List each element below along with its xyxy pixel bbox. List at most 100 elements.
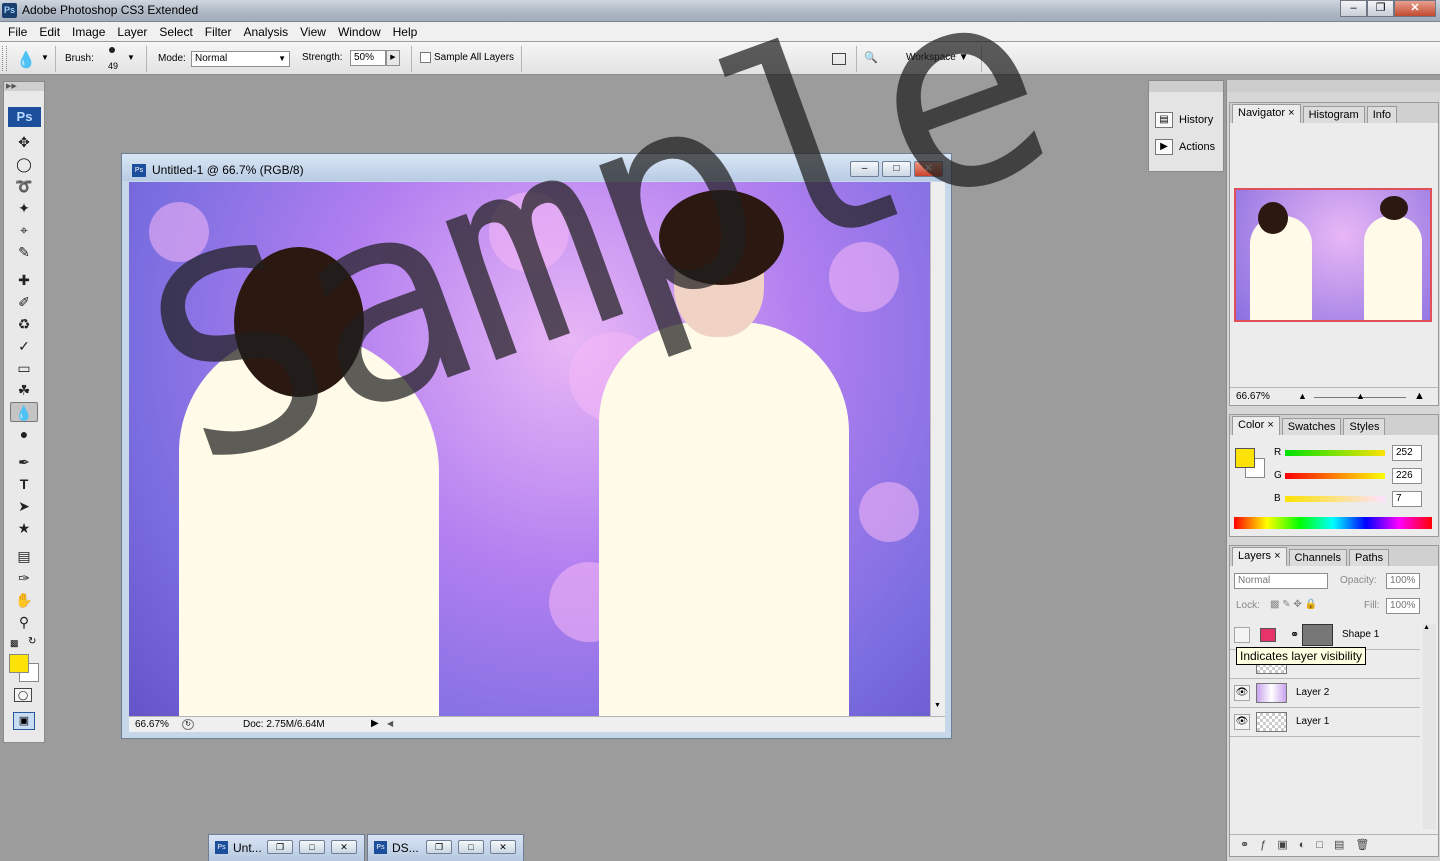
restore-icon[interactable]: ❐ (1367, 0, 1394, 17)
menu-file[interactable]: File (8, 25, 27, 39)
maximize-icon[interactable]: □ (299, 840, 325, 854)
eyedropper-tool-icon[interactable]: ✑ (10, 568, 38, 588)
chevron-down-icon[interactable]: ▼ (41, 53, 49, 62)
crop-tool-icon[interactable]: ⌖ (10, 220, 38, 240)
layers-scrollbar[interactable]: ▲ (1423, 624, 1436, 829)
layer-row[interactable]: 👁 Layer 1 (1230, 708, 1420, 737)
clone-stamp-tool-icon[interactable]: ♻ (10, 314, 38, 334)
lock-icons[interactable]: ▩ ✎ ✥ 🔒 (1270, 599, 1317, 610)
swap-colors-icon[interactable]: ↻ (28, 636, 36, 647)
lasso-tool-icon[interactable]: ➰ (10, 176, 38, 196)
visibility-toggle[interactable]: 👁 (1234, 714, 1250, 730)
screen-mode-icon[interactable]: ▣ (13, 712, 35, 730)
zoom-tool-icon[interactable]: ⚲ (10, 612, 38, 632)
menu-view[interactable]: View (300, 25, 326, 39)
navigator-thumbnail[interactable] (1234, 188, 1432, 322)
menu-filter[interactable]: Filter (205, 25, 232, 39)
menu-select[interactable]: Select (159, 25, 192, 39)
menu-help[interactable]: Help (393, 25, 418, 39)
minimized-document[interactable]: Ps DS... ❐ □ ✕ (367, 834, 524, 861)
restore-icon[interactable]: ❐ (426, 840, 452, 854)
foreground-color-swatch[interactable] (1235, 448, 1255, 468)
status-menu-arrow-icon[interactable]: ▶ (371, 718, 379, 729)
green-slider[interactable] (1285, 473, 1385, 479)
actions-panel-button[interactable]: ▶ Actions (1155, 136, 1221, 158)
path-selection-tool-icon[interactable]: ➤ (10, 496, 38, 516)
options-grip[interactable] (2, 46, 7, 71)
history-panel-button[interactable]: ▤ History (1155, 109, 1221, 131)
layers-footer-icons[interactable]: ⚭ƒ▣◐□▤🗑 (1230, 834, 1438, 854)
ps-logo[interactable]: Ps (8, 107, 41, 127)
tab-histogram[interactable]: Histogram (1302, 106, 1365, 123)
menu-image[interactable]: Image (72, 25, 105, 39)
zoom-field[interactable]: 66.67% (135, 719, 169, 730)
tab-layers[interactable]: Layers × (1232, 547, 1287, 566)
dodge-tool-icon[interactable]: ● (10, 424, 38, 444)
notes-tool-icon[interactable]: ▤ (10, 546, 38, 566)
strength-slider-button[interactable]: ▶ (386, 50, 400, 66)
slice-tool-icon[interactable]: ✎ (10, 242, 38, 262)
tab-navigator[interactable]: Navigator × (1232, 104, 1301, 123)
scroll-left-icon[interactable]: ◀ (387, 719, 393, 728)
close-icon[interactable]: ✕ (1394, 0, 1436, 17)
green-value[interactable]: 226 (1392, 468, 1422, 484)
tab-channels[interactable]: Channels (1288, 549, 1347, 566)
red-value[interactable]: 252 (1392, 445, 1422, 461)
menu-layer[interactable]: Layer (117, 25, 147, 39)
hand-tool-icon[interactable]: ✋ (10, 590, 38, 610)
tab-swatches[interactable]: Swatches (1281, 418, 1342, 435)
navigator-zoom[interactable]: 66.67% (1236, 391, 1270, 402)
marquee-tool-icon[interactable]: ◯ (10, 154, 38, 174)
layer-row[interactable]: ⚭ Shape 1 (1230, 621, 1420, 650)
tab-info[interactable]: Info (1366, 106, 1398, 123)
custom-shape-tool-icon[interactable]: ★ (10, 518, 38, 538)
scroll-down-icon[interactable]: ▼ (934, 702, 941, 709)
strength-input[interactable]: 50% (350, 50, 386, 66)
menu-analysis[interactable]: Analysis (243, 25, 288, 39)
opacity-input[interactable]: 100% (1386, 573, 1420, 589)
history-brush-tool-icon[interactable]: ✓ (10, 336, 38, 356)
blue-slider[interactable] (1285, 496, 1385, 502)
tab-styles[interactable]: Styles (1343, 418, 1386, 435)
blur-tool-icon[interactable]: 💧 (10, 402, 38, 422)
pen-tool-icon[interactable]: ✒ (10, 452, 38, 472)
healing-brush-tool-icon[interactable]: ✚ (10, 270, 38, 290)
magic-wand-tool-icon[interactable]: ✦ (10, 198, 38, 218)
brush-tip-icon[interactable] (109, 47, 115, 53)
blur-tool-preset-icon[interactable]: 💧 (16, 50, 36, 70)
eraser-tool-icon[interactable]: ▭ (10, 358, 38, 378)
minimized-document[interactable]: Ps Unt... ❐ □ ✕ (208, 834, 365, 861)
color-ramp[interactable] (1234, 517, 1432, 529)
paint-bucket-tool-icon[interactable]: ☘ (10, 380, 38, 400)
type-tool-icon[interactable]: T (10, 474, 38, 494)
zoom-in-icon[interactable]: ▲ (1414, 390, 1425, 402)
close-icon[interactable]: ✕ (331, 840, 357, 854)
foreground-color-swatch[interactable] (9, 654, 29, 673)
visibility-toggle[interactable]: 👁 (1234, 685, 1250, 701)
quick-mask-icon[interactable]: ◯ (14, 688, 32, 702)
zoom-out-icon[interactable]: ▲ (1298, 391, 1307, 401)
status-options-icon[interactable]: ↻ (182, 719, 194, 730)
toolbox-collapse-handle[interactable]: ▶▶ (4, 82, 44, 91)
fill-input[interactable]: 100% (1386, 598, 1420, 614)
sample-all-layers-checkbox[interactable] (420, 52, 431, 63)
restore-icon[interactable]: ❐ (267, 840, 293, 854)
minimize-icon[interactable]: – (1340, 0, 1367, 17)
tab-color[interactable]: Color × (1232, 416, 1280, 435)
move-tool-icon[interactable]: ✥ (10, 132, 38, 152)
blue-value[interactable]: 7 (1392, 491, 1422, 507)
brush-tool-icon[interactable]: ✐ (10, 292, 38, 312)
layer-row[interactable]: 👁 Layer 2 (1230, 679, 1420, 708)
mode-select[interactable]: Normal ▼ (191, 51, 290, 67)
maximize-icon[interactable]: □ (458, 840, 484, 854)
menu-window[interactable]: Window (338, 25, 381, 39)
tab-paths[interactable]: Paths (1349, 549, 1390, 566)
brush-dropdown-icon[interactable]: ▼ (127, 53, 135, 62)
default-colors-icon[interactable]: ▩ (10, 638, 19, 649)
red-slider[interactable] (1285, 450, 1385, 456)
blend-mode-select[interactable]: Normal (1234, 573, 1328, 589)
close-icon[interactable]: ✕ (490, 840, 516, 854)
dock-grip[interactable] (1227, 80, 1440, 92)
zoom-slider-thumb[interactable]: ▲ (1356, 391, 1365, 401)
visibility-toggle[interactable] (1234, 627, 1250, 643)
